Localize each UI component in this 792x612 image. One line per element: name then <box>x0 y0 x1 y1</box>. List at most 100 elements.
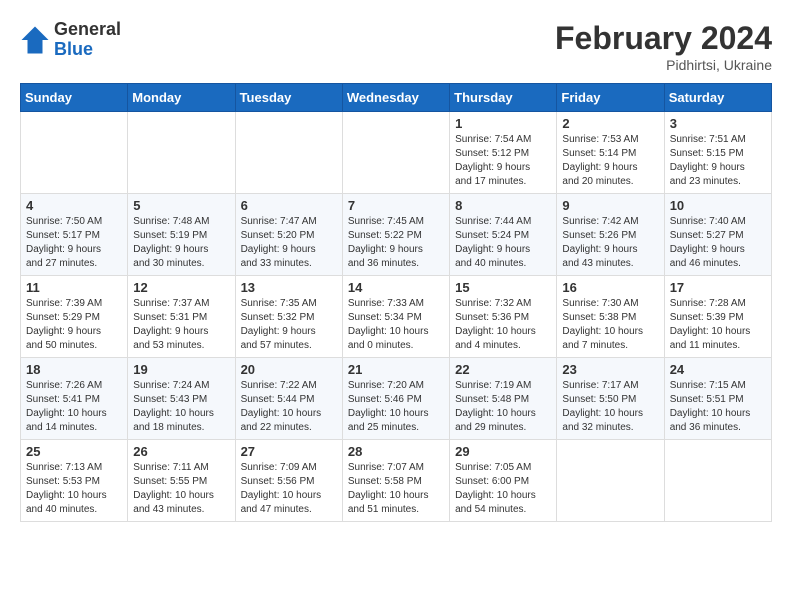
logo-general-text: General <box>54 20 121 40</box>
day-info: Sunrise: 7:42 AM Sunset: 5:26 PM Dayligh… <box>562 215 658 271</box>
calendar-cell: 15Sunrise: 7:32 AM Sunset: 5:36 PM Dayli… <box>450 276 557 358</box>
calendar-cell: 20 Sunrise: 7:22 AM Sunset: 5:44 PM Dayli… <box>235 358 342 440</box>
calendar-cell <box>664 440 771 522</box>
day-info: Sunrise: 7:30 AM Sunset: 5:38 PM Dayligh… <box>562 297 658 353</box>
day-info: Sunrise: 7:17 AM Sunset: 5:50 PM Dayligh… <box>562 379 658 435</box>
calendar-cell <box>21 112 128 194</box>
day-info: Sunrise: 7:51 AM Sunset: 5:15 PM Dayligh… <box>670 133 766 189</box>
day-number: 18 <box>26 362 122 377</box>
day-info: Sunrise: 7:37 AM Sunset: 5:31 PM Dayligh… <box>133 297 229 353</box>
day-number: 9 <box>562 198 658 213</box>
weekday-header-saturday: Saturday <box>664 84 771 112</box>
calendar-cell: 29 Sunrise: 7:05 AM Sunset: 6:00 PM Dayli… <box>450 440 557 522</box>
month-year: February 2024 <box>555 20 772 57</box>
calendar-cell: 2 Sunrise: 7:53 AM Sunset: 5:14 PM Daylig… <box>557 112 664 194</box>
weekday-header-row: SundayMondayTuesdayWednesdayThursdayFrid… <box>21 84 772 112</box>
calendar-cell: 25 Sunrise: 7:13 AM Sunset: 5:53 PM Dayli… <box>21 440 128 522</box>
day-info: Sunrise: 7:39 AM Sunset: 5:29 PM Dayligh… <box>26 297 122 353</box>
day-number: 21 <box>348 362 444 377</box>
day-info: Sunrise: 7:24 AM Sunset: 5:43 PM Dayligh… <box>133 379 229 435</box>
day-info: Sunrise: 7:22 AM Sunset: 5:44 PM Dayligh… <box>241 379 337 435</box>
day-number: 20 <box>241 362 337 377</box>
day-number: 5 <box>133 198 229 213</box>
calendar-cell: 17 Sunrise: 7:28 AM Sunset: 5:39 PM Dayli… <box>664 276 771 358</box>
calendar-week-2: 4Sunrise: 7:50 AM Sunset: 5:17 PM Daylig… <box>21 194 772 276</box>
calendar-cell <box>557 440 664 522</box>
day-number: 7 <box>348 198 444 213</box>
day-number: 17 <box>670 280 766 295</box>
weekday-header-tuesday: Tuesday <box>235 84 342 112</box>
day-info: Sunrise: 7:35 AM Sunset: 5:32 PM Dayligh… <box>241 297 337 353</box>
calendar-cell: 26Sunrise: 7:11 AM Sunset: 5:55 PM Dayli… <box>128 440 235 522</box>
day-info: Sunrise: 7:54 AM Sunset: 5:12 PM Dayligh… <box>455 133 551 189</box>
day-number: 12 <box>133 280 229 295</box>
day-number: 16 <box>562 280 658 295</box>
calendar-cell: 6Sunrise: 7:47 AM Sunset: 5:20 PM Daylig… <box>235 194 342 276</box>
day-number: 4 <box>26 198 122 213</box>
calendar-cell: 13 Sunrise: 7:35 AM Sunset: 5:32 PM Dayli… <box>235 276 342 358</box>
day-info: Sunrise: 7:19 AM Sunset: 5:48 PM Dayligh… <box>455 379 551 435</box>
calendar-cell: 10 Sunrise: 7:40 AM Sunset: 5:27 PM Dayli… <box>664 194 771 276</box>
calendar-cell: 18 Sunrise: 7:26 AM Sunset: 5:41 PM Dayli… <box>21 358 128 440</box>
day-info: Sunrise: 7:07 AM Sunset: 5:58 PM Dayligh… <box>348 461 444 517</box>
day-info: Sunrise: 7:47 AM Sunset: 5:20 PM Dayligh… <box>241 215 337 271</box>
logo-blue-text: Blue <box>54 40 121 60</box>
day-number: 15 <box>455 280 551 295</box>
calendar-cell: 7 Sunrise: 7:45 AM Sunset: 5:22 PM Daylig… <box>342 194 449 276</box>
day-info: Sunrise: 7:40 AM Sunset: 5:27 PM Dayligh… <box>670 215 766 271</box>
weekday-header-wednesday: Wednesday <box>342 84 449 112</box>
day-number: 2 <box>562 116 658 131</box>
header: General Blue February 2024 Pidhirtsi, Uk… <box>20 20 772 73</box>
day-number: 27 <box>241 444 337 459</box>
day-number: 23 <box>562 362 658 377</box>
day-number: 22 <box>455 362 551 377</box>
day-number: 13 <box>241 280 337 295</box>
day-number: 24 <box>670 362 766 377</box>
day-number: 8 <box>455 198 551 213</box>
day-number: 29 <box>455 444 551 459</box>
calendar-week-1: 1 Sunrise: 7:54 AM Sunset: 5:12 PM Daylig… <box>21 112 772 194</box>
day-info: Sunrise: 7:26 AM Sunset: 5:41 PM Dayligh… <box>26 379 122 435</box>
calendar-cell: 8 Sunrise: 7:44 AM Sunset: 5:24 PM Daylig… <box>450 194 557 276</box>
weekday-header-friday: Friday <box>557 84 664 112</box>
logo: General Blue <box>20 20 121 60</box>
day-info: Sunrise: 7:48 AM Sunset: 5:19 PM Dayligh… <box>133 215 229 271</box>
calendar-cell: 28 Sunrise: 7:07 AM Sunset: 5:58 PM Dayli… <box>342 440 449 522</box>
title-area: February 2024 Pidhirtsi, Ukraine <box>555 20 772 73</box>
day-number: 1 <box>455 116 551 131</box>
day-number: 28 <box>348 444 444 459</box>
weekday-header-sunday: Sunday <box>21 84 128 112</box>
calendar-cell: 16 Sunrise: 7:30 AM Sunset: 5:38 PM Dayli… <box>557 276 664 358</box>
day-number: 11 <box>26 280 122 295</box>
calendar-cell <box>342 112 449 194</box>
day-number: 25 <box>26 444 122 459</box>
day-info: Sunrise: 7:13 AM Sunset: 5:53 PM Dayligh… <box>26 461 122 517</box>
day-number: 14 <box>348 280 444 295</box>
calendar-week-5: 25 Sunrise: 7:13 AM Sunset: 5:53 PM Dayli… <box>21 440 772 522</box>
day-info: Sunrise: 7:45 AM Sunset: 5:22 PM Dayligh… <box>348 215 444 271</box>
weekday-header-thursday: Thursday <box>450 84 557 112</box>
calendar-cell: 12 Sunrise: 7:37 AM Sunset: 5:31 PM Dayli… <box>128 276 235 358</box>
day-info: Sunrise: 7:53 AM Sunset: 5:14 PM Dayligh… <box>562 133 658 189</box>
weekday-header-monday: Monday <box>128 84 235 112</box>
calendar-cell <box>128 112 235 194</box>
day-info: Sunrise: 7:44 AM Sunset: 5:24 PM Dayligh… <box>455 215 551 271</box>
calendar-week-3: 11 Sunrise: 7:39 AM Sunset: 5:29 PM Dayli… <box>21 276 772 358</box>
day-info: Sunrise: 7:33 AM Sunset: 5:34 PM Dayligh… <box>348 297 444 353</box>
day-info: Sunrise: 7:20 AM Sunset: 5:46 PM Dayligh… <box>348 379 444 435</box>
calendar-cell <box>235 112 342 194</box>
logo-icon <box>20 25 50 55</box>
calendar-cell: 24Sunrise: 7:15 AM Sunset: 5:51 PM Dayli… <box>664 358 771 440</box>
day-info: Sunrise: 7:28 AM Sunset: 5:39 PM Dayligh… <box>670 297 766 353</box>
calendar-cell: 9 Sunrise: 7:42 AM Sunset: 5:26 PM Daylig… <box>557 194 664 276</box>
location: Pidhirtsi, Ukraine <box>555 57 772 73</box>
day-info: Sunrise: 7:05 AM Sunset: 6:00 PM Dayligh… <box>455 461 551 517</box>
calendar-cell: 23 Sunrise: 7:17 AM Sunset: 5:50 PM Dayli… <box>557 358 664 440</box>
day-number: 3 <box>670 116 766 131</box>
calendar-table: SundayMondayTuesdayWednesdayThursdayFrid… <box>20 83 772 522</box>
calendar-cell: 27Sunrise: 7:09 AM Sunset: 5:56 PM Dayli… <box>235 440 342 522</box>
day-number: 19 <box>133 362 229 377</box>
day-number: 10 <box>670 198 766 213</box>
calendar-cell: 14 Sunrise: 7:33 AM Sunset: 5:34 PM Dayli… <box>342 276 449 358</box>
calendar-cell: 1 Sunrise: 7:54 AM Sunset: 5:12 PM Daylig… <box>450 112 557 194</box>
